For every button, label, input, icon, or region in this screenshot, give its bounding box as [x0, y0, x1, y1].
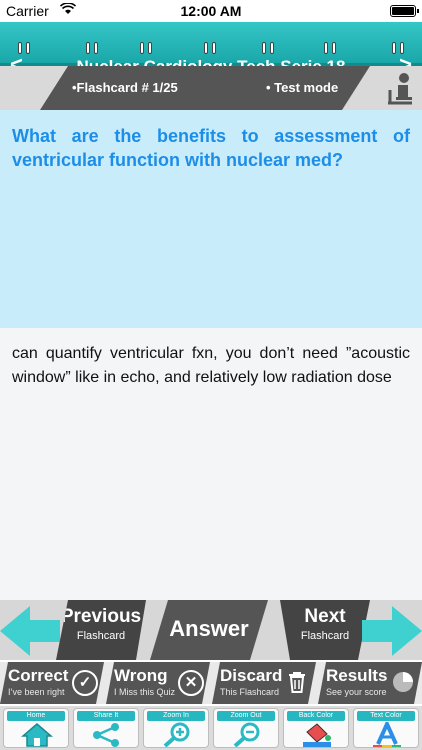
binder-ring-icon — [148, 42, 152, 54]
binder-ring-icon — [270, 42, 274, 54]
zoom-in-button[interactable]: Zoom In — [143, 708, 209, 748]
flashcard-header: •Flashcard # 1/25 • Test mode — [0, 66, 422, 110]
results-label: Results — [326, 666, 388, 685]
text-color-label: Text Color — [357, 711, 415, 721]
results-sublabel: See your score — [326, 687, 387, 697]
flashcard-navigation: Previous Flashcard Answer Next Flashcard — [0, 600, 422, 660]
status-time: 12:00 AM — [180, 3, 242, 19]
discard-button[interactable]: Discard This Flashcard — [212, 662, 316, 704]
wrong-sublabel: I Miss this Quiz — [114, 687, 176, 697]
next-label: Next — [304, 606, 346, 627]
answer-label: Answer — [169, 616, 249, 641]
question-panel: What are the benefits to assessment of v… — [0, 110, 422, 328]
previous-sublabel: Flashcard — [76, 630, 126, 642]
previous-label: Previous — [60, 606, 142, 627]
answer-text: can quantify ventricular fxn, you don’t … — [12, 345, 410, 386]
binder-ring-icon — [86, 42, 90, 54]
zoom-out-button[interactable]: Zoom Out — [213, 708, 279, 748]
results-button[interactable]: Results See your score — [318, 662, 422, 704]
binder-ring-icon — [212, 42, 216, 54]
home-label: Home — [7, 711, 65, 721]
binder-ring-icon — [94, 42, 98, 54]
discard-sublabel: This Flashcard — [220, 687, 280, 697]
share-button[interactable]: Share It — [73, 708, 139, 748]
share-icon — [93, 723, 119, 747]
correct-sublabel: I’ve been right — [8, 687, 65, 697]
next-sublabel: Flashcard — [300, 630, 350, 642]
question-text: What are the benefits to assessment of v… — [12, 126, 410, 170]
checkmark-icon: ✓ — [72, 670, 98, 696]
arrow-right-icon[interactable] — [362, 606, 422, 656]
title-bar: < Nuclear Cardiology Tech Serie 18 > — [0, 22, 422, 77]
close-icon: ✕ — [178, 670, 204, 696]
next-flashcard-button[interactable]: Next Flashcard — [280, 600, 370, 660]
home-button[interactable]: Home — [3, 708, 69, 748]
answer-panel: can quantify ventricular fxn, you don’t … — [0, 328, 422, 600]
previous-flashcard-button[interactable]: Previous Flashcard — [56, 600, 146, 660]
text-color-button[interactable]: Text Color — [353, 708, 419, 748]
binder-ring-icon — [26, 42, 30, 54]
correct-label: Correct — [8, 666, 69, 685]
status-bar: Carrier 12:00 AM — [0, 0, 422, 22]
battery-icon — [390, 5, 419, 17]
text-color-icon — [373, 722, 401, 747]
binder-ring-icon — [392, 42, 396, 54]
back-color-button[interactable]: Back Color — [283, 708, 349, 748]
pie-chart-icon — [390, 670, 416, 696]
binder-ring-icon — [324, 42, 328, 54]
back-color-label: Back Color — [287, 711, 345, 721]
home-icon — [21, 723, 53, 747]
zoom-out-icon — [233, 722, 260, 747]
grading-bar: Correct I’ve been right ✓ Wrong I Miss t… — [0, 662, 422, 704]
binder-ring-icon — [332, 42, 336, 54]
paint-bucket-icon — [303, 723, 331, 747]
share-label: Share It — [77, 711, 135, 721]
correct-button[interactable]: Correct I’ve been right ✓ — [0, 662, 104, 704]
answer-button[interactable]: Answer — [150, 600, 268, 660]
binder-ring-icon — [204, 42, 208, 54]
discard-label: Discard — [220, 666, 283, 685]
zoom-in-icon — [163, 722, 190, 747]
flashcard-counter: •Flashcard # 1/25 — [72, 80, 178, 95]
tools-bar: Home Share It Zoom In Zoom Out Back Colo… — [0, 706, 422, 750]
test-mode-label: • Test mode — [266, 80, 339, 95]
trash-icon — [284, 670, 310, 696]
binder-ring-icon — [140, 42, 144, 54]
person-at-desk-icon[interactable] — [386, 72, 414, 106]
wrong-button[interactable]: Wrong I Miss this Quiz ✕ — [106, 662, 210, 704]
arrow-left-icon[interactable] — [0, 606, 60, 656]
zoom-in-label: Zoom In — [147, 711, 205, 721]
binder-ring-icon — [262, 42, 266, 54]
wrong-label: Wrong — [114, 666, 168, 685]
binder-rings — [0, 42, 422, 56]
zoom-out-label: Zoom Out — [217, 711, 275, 721]
